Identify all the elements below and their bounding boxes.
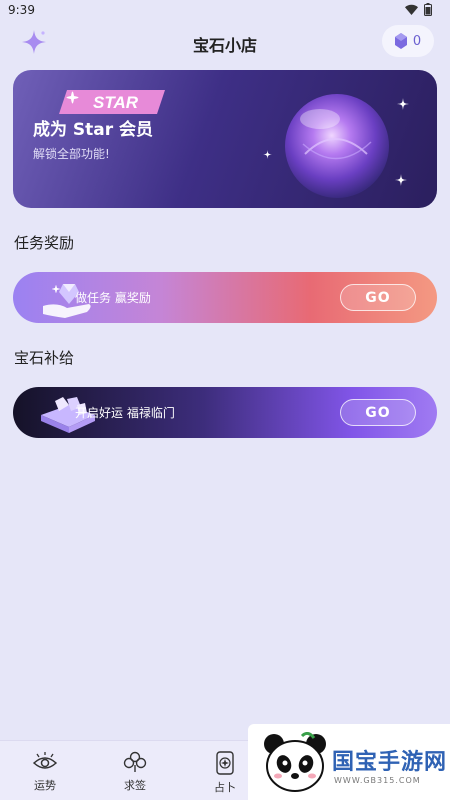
watermark-logo: 国宝手游网 WWW.GB315.COM xyxy=(248,724,450,800)
nav-item-lottery[interactable]: 求签 xyxy=(105,751,165,793)
supply-go-button[interactable]: GO xyxy=(340,399,416,426)
section-title-task: 任务奖励 xyxy=(14,234,75,252)
wifi-icon xyxy=(405,4,418,15)
panda-logo-icon xyxy=(264,732,326,792)
task-card-text: 做任务 赢奖励 xyxy=(75,291,151,305)
section-title-supply: 宝石补给 xyxy=(14,349,75,367)
star-card-subtitle: 解锁全部功能! xyxy=(33,147,110,161)
watermark-brand: 国宝手游网 xyxy=(332,750,448,775)
task-go-button[interactable]: GO xyxy=(340,284,416,311)
status-icons xyxy=(405,3,432,16)
task-reward-card[interactable]: 做任务 赢奖励 GO xyxy=(13,272,437,323)
gem-count: 0 xyxy=(412,33,422,49)
status-time: 9:39 xyxy=(8,3,35,17)
sparkle-star-icon xyxy=(395,174,407,186)
gem-icon xyxy=(394,33,407,49)
header: 宝石小店 0 xyxy=(0,22,450,62)
battery-icon xyxy=(424,3,432,16)
star-card-title: 成为 Star 会员 xyxy=(33,120,154,140)
nav-item-divination[interactable]: 占卜 xyxy=(195,751,255,795)
crystal-orb-icon xyxy=(285,94,389,198)
gem-counter[interactable]: 0 xyxy=(382,25,434,57)
nav-item-fortune[interactable]: 运势 xyxy=(15,751,75,793)
sparkle-star-icon xyxy=(263,150,272,159)
nav-label: 求签 xyxy=(124,779,146,792)
nav-label: 运势 xyxy=(34,779,56,792)
sparkle-star-icon xyxy=(397,98,409,110)
status-bar: 9:39 xyxy=(0,0,450,22)
star-badge: STAR xyxy=(59,90,165,114)
watermark-url: WWW.GB315.COM xyxy=(334,776,421,785)
eye-icon xyxy=(32,752,58,769)
tarot-card-icon xyxy=(216,751,234,775)
clover-icon xyxy=(123,751,147,772)
supply-card-text: 开启好运 福禄临门 xyxy=(75,406,175,420)
gem-supply-card[interactable]: 开启好运 福禄临门 GO xyxy=(13,387,437,438)
star-badge-text: STAR xyxy=(93,93,139,112)
star-membership-card[interactable]: STAR 成为 Star 会员 解锁全部功能! xyxy=(13,70,437,208)
nav-label: 占卜 xyxy=(214,781,236,794)
